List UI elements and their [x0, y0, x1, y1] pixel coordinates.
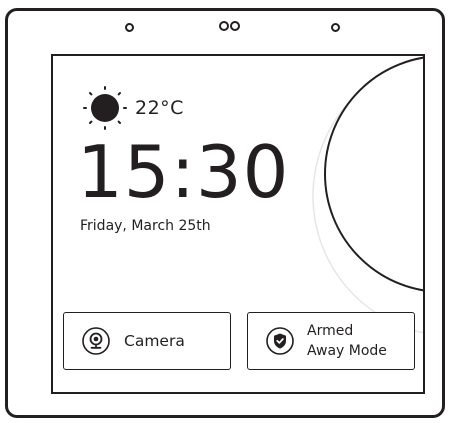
- camera-button[interactable]: Camera: [63, 312, 231, 370]
- device-frame: 22°C 15:30 Friday, March 25th Camera Arm…: [5, 8, 445, 418]
- sun-icon: [83, 86, 127, 130]
- security-mode-label: Armed Away Mode: [307, 321, 387, 361]
- clock-time: 15:30: [77, 130, 290, 214]
- display-screen: 22°C 15:30 Friday, March 25th Camera Arm…: [51, 54, 425, 394]
- shield-check-icon: [266, 327, 294, 355]
- camera-label: Camera: [124, 332, 185, 350]
- clock-date: Friday, March 25th: [80, 218, 211, 234]
- security-status-text: Armed: [307, 323, 354, 339]
- webcam-icon: [82, 327, 110, 355]
- sensor-right: [331, 23, 340, 32]
- weather-widget: 22°C: [81, 86, 184, 130]
- temperature-readout: 22°C: [135, 97, 184, 119]
- camera-lens-left: [219, 21, 229, 31]
- camera-lens-right: [230, 21, 240, 31]
- security-mode-button[interactable]: Armed Away Mode: [247, 312, 415, 370]
- security-mode-text: Away Mode: [307, 343, 387, 359]
- sensor-left: [125, 23, 134, 32]
